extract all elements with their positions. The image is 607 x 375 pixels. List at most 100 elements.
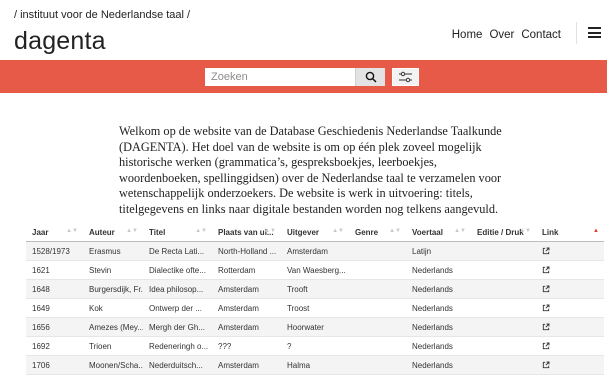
column-header-label: Voertaal	[412, 228, 443, 237]
column-header-label: Genre	[355, 228, 379, 237]
cell-link[interactable]	[536, 355, 604, 375]
column-header-label: Jaar	[32, 228, 49, 237]
cell-titel: Ontwerp der ...	[143, 298, 212, 318]
external-link-icon[interactable]	[542, 285, 550, 293]
cell-titel: Mergh der Gh...	[143, 317, 212, 337]
cell-link[interactable]	[536, 298, 604, 318]
cell-genre	[349, 279, 406, 299]
table-row[interactable]: 1706 Moonen/Scha... Nederduitsch... Amsterd…	[26, 355, 604, 375]
cell-editie	[471, 317, 536, 337]
cell-auteur: Burgersdijk, Fr...	[83, 279, 143, 299]
cell-genre	[349, 241, 406, 261]
cell-titel: Redeneringh o...	[143, 336, 212, 356]
sort-icon: ▲▼	[195, 228, 207, 234]
cell-uitgever: Amsterdam	[281, 241, 349, 261]
nav-over-link[interactable]: Over	[489, 29, 514, 41]
nav-contact-link[interactable]: Contact	[521, 29, 561, 41]
column-header-label: Auteur	[89, 228, 115, 237]
table-row[interactable]: 1648 Burgersdijk, Fr... Idea philosop... Am…	[26, 279, 604, 299]
site-header: / instituut voor de Nederlandse taal / d…	[0, 0, 607, 60]
cell-auteur: Amezes (Mey...	[83, 317, 143, 337]
cell-uitgever: Hoorwater	[281, 317, 349, 337]
cell-link[interactable]	[536, 317, 604, 337]
cell-voertaal: Nederlands	[406, 298, 471, 318]
cell-jaar: 1648	[26, 279, 83, 299]
cell-jaar: 1656	[26, 317, 83, 337]
cell-jaar: 1621	[26, 260, 83, 280]
institute-label[interactable]: / instituut voor de Nederlandse taal /	[14, 9, 190, 21]
cell-auteur: Stevin	[83, 260, 143, 280]
search-input[interactable]	[205, 68, 355, 86]
cell-genre	[349, 317, 406, 337]
column-header-auteur[interactable]: Auteur ▲▼	[83, 224, 143, 242]
column-header-uitgever[interactable]: Uitgever ▲▼	[281, 224, 349, 242]
cell-uitgever: Troost	[281, 298, 349, 318]
column-header-genre[interactable]: Genre ▲▼	[349, 224, 406, 242]
cell-plaats: ???	[212, 336, 281, 356]
cell-plaats: Amsterdam	[212, 317, 281, 337]
cell-jaar: 1649	[26, 298, 83, 318]
table-row[interactable]: 1621 Stevin Dialectike ofte... Rotterdam Van…	[26, 260, 604, 280]
site-logo[interactable]: dagenta	[14, 27, 106, 56]
cell-titel: Dialectike ofte...	[143, 260, 212, 280]
table-row[interactable]: 1649 Kok Ontwerp der ... Amsterdam Troost Ned…	[26, 298, 604, 318]
column-header-plaats[interactable]: Plaats van ui... ▲▼	[212, 224, 281, 242]
column-header-link[interactable]: Link ▲	[536, 224, 604, 242]
external-link-icon[interactable]	[542, 266, 550, 274]
column-header-jaar[interactable]: Jaar ▲▼	[26, 224, 83, 242]
cell-plaats: Amsterdam	[212, 298, 281, 318]
column-header-voertaal[interactable]: Voertaal ▲▼	[406, 224, 471, 242]
cell-auteur: Erasmus	[83, 241, 143, 261]
cell-uitgever: Trooft	[281, 279, 349, 299]
table-row[interactable]: 1656 Amezes (Mey... Mergh der Gh... Amsterd…	[26, 317, 604, 337]
cell-link[interactable]	[536, 260, 604, 280]
cell-link[interactable]	[536, 279, 604, 299]
column-header-label: Titel	[149, 228, 166, 237]
table-row[interactable]: 1528/1973 Erasmus De Recta Lati... North-Ho…	[26, 241, 604, 261]
intro-text: Welkom op de website van de Database Ges…	[119, 124, 502, 216]
sort-icon: ▲▼	[264, 228, 276, 234]
search-group	[205, 68, 419, 86]
cell-genre	[349, 260, 406, 280]
sort-icon: ▲▼	[332, 228, 344, 234]
cell-editie	[471, 279, 536, 299]
column-header-label: Editie / Druk	[477, 228, 524, 237]
cell-link[interactable]	[536, 336, 604, 356]
cell-voertaal: Nederlands	[406, 279, 471, 299]
table-row[interactable]: 1692 Trioen Redeneringh o...???? Nederlands	[26, 336, 604, 356]
search-button[interactable]	[355, 68, 385, 86]
cell-jaar: 1528/1973	[26, 241, 83, 261]
cell-voertaal: Nederlands	[406, 355, 471, 375]
cell-genre	[349, 355, 406, 375]
external-link-icon[interactable]	[542, 342, 550, 350]
external-link-icon[interactable]	[542, 323, 550, 331]
cell-jaar: 1706	[26, 355, 83, 375]
main-nav: Home Over Contact	[452, 29, 561, 41]
hamburger-menu-icon[interactable]	[588, 27, 601, 38]
column-header-titel[interactable]: Titel ▲▼	[143, 224, 212, 242]
external-link-icon[interactable]	[542, 304, 550, 312]
cell-jaar: 1692	[26, 336, 83, 356]
cell-uitgever: Halma	[281, 355, 349, 375]
cell-voertaal: Nederlands	[406, 317, 471, 337]
cell-plaats: Rotterdam	[212, 260, 281, 280]
column-header-editie[interactable]: Editie / Druk ▲▼	[471, 224, 536, 242]
cell-uitgever: Van Waesberg...	[281, 260, 349, 280]
cell-titel: Idea philosop...	[143, 279, 212, 299]
nav-home-link[interactable]: Home	[452, 29, 483, 41]
cell-plaats: North-Holland ...	[212, 241, 281, 261]
external-link-icon[interactable]	[542, 361, 550, 369]
cell-link[interactable]	[536, 241, 604, 261]
cell-uitgever: ?	[281, 336, 349, 356]
table-body: 1528/1973 Erasmus De Recta Lati... North-Ho…	[26, 241, 604, 375]
filter-button[interactable]	[392, 68, 419, 86]
sort-icon: ▲▼	[126, 228, 138, 234]
sort-icon: ▲	[593, 228, 599, 234]
cell-auteur: Moonen/Scha...	[83, 355, 143, 375]
cell-editie	[471, 298, 536, 318]
cell-editie	[471, 336, 536, 356]
cell-titel: Nederduitsch...	[143, 355, 212, 375]
search-bar	[0, 60, 607, 93]
external-link-icon[interactable]	[542, 247, 550, 255]
works-table: Jaar ▲▼ Auteur ▲▼ Titel ▲▼ Plaats van ui...…	[26, 224, 604, 375]
